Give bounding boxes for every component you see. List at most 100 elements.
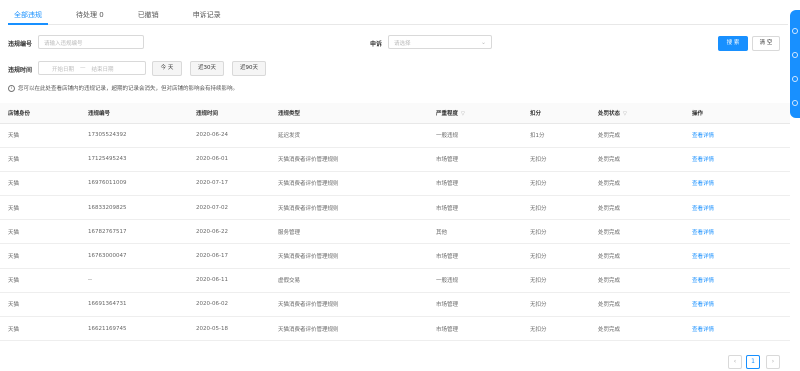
last-30-days-button[interactable]: 近30天 (190, 61, 224, 76)
cell-points: 无扣分 (522, 147, 590, 172)
cell-penalty-status: 处罚完成 (590, 292, 684, 318)
appeal-select-placeholder: 请选择 (394, 41, 411, 47)
cell-penalty-status: 处罚完成 (590, 147, 684, 172)
cell-violation-time: 2020-07-17 (188, 171, 270, 197)
notice-banner: i 您可以在此处查看店铺内的违规记录，超期的记录会消失，但对店铺的影响会有持续影… (8, 84, 238, 92)
cell-violation-no: 16833209825 (80, 195, 188, 221)
start-date-input[interactable]: 开始日期 (52, 65, 74, 73)
cell-shop-identity: 天猫 (0, 147, 80, 172)
tab-revoked[interactable]: 已撤销 (132, 4, 165, 24)
cell-severity: 市场管理 (428, 243, 522, 269)
view-details-link[interactable]: 查看详情 (684, 268, 790, 293)
cell-violation-no: -- (80, 268, 188, 293)
cell-shop-identity: 天猫 (0, 316, 80, 342)
cell-points: 无扣分 (522, 268, 590, 293)
last-90-days-button[interactable]: 近90天 (232, 61, 266, 76)
date-range-picker[interactable]: 开始日期 — 结束日期 (38, 61, 146, 75)
view-details-link[interactable]: 查看详情 (684, 123, 790, 148)
table-row: 天猫 17125495243 2020-06-01 天猫消费者评价管理规则 市场管理 无扣… (0, 147, 790, 172)
view-details-link[interactable]: 查看详情 (684, 292, 790, 318)
cell-severity: 市场管理 (428, 292, 522, 318)
view-details-link[interactable]: 查看详情 (684, 316, 790, 342)
cell-points: 无扣分 (522, 171, 590, 197)
clear-button[interactable]: 清 空 (752, 36, 780, 51)
col-points: 扣分 (522, 103, 590, 124)
notice-text: 您可以在此处查看店铺内的违规记录，超期的记录会消失，但对店铺的影响会有持续影响。 (18, 86, 239, 92)
cell-violation-type: 服务管理 (270, 219, 428, 245)
tab-pending[interactable]: 待处理 0 (70, 4, 110, 24)
cell-points: 扣1分 (522, 123, 590, 148)
cell-points: 无扣分 (522, 219, 590, 245)
col-penalty-status-label: 处罚状态 (598, 110, 621, 117)
cell-violation-time: 2020-06-11 (188, 268, 270, 293)
cell-severity: 一般违规 (428, 268, 522, 293)
tab-all-violations[interactable]: 全部违规 (8, 4, 48, 25)
side-toolbar[interactable] (790, 10, 800, 118)
col-severity[interactable]: 严重程度 ▽ (428, 103, 522, 124)
cell-penalty-status: 处罚完成 (590, 268, 684, 293)
cell-shop-identity: 天猫 (0, 243, 80, 269)
table-row: 天猫 16621169745 2020-05-18 天猫消费者评价管理规则 市场管理 无扣… (0, 316, 790, 342)
cell-severity: 市场管理 (428, 147, 522, 172)
cell-violation-time: 2020-05-18 (188, 316, 270, 342)
violation-time-label: 违规时间 (8, 67, 33, 74)
cell-violation-no: 16976011009 (80, 171, 188, 197)
cell-violation-time: 2020-06-24 (188, 123, 270, 148)
chevron-down-icon: ⌄ (480, 39, 486, 46)
view-details-link[interactable]: 查看详情 (684, 195, 790, 221)
search-button[interactable]: 搜 索 (718, 36, 748, 51)
cell-violation-time: 2020-06-02 (188, 292, 270, 318)
tab-appeal-records[interactable]: 申诉记录 (187, 4, 227, 24)
cell-penalty-status: 处罚完成 (590, 195, 684, 221)
col-shop-identity: 店铺身份 (0, 103, 80, 124)
table-row: 天猫 16976011009 2020-07-17 天猫消费者评价管理规则 市场管理 无扣… (0, 171, 790, 197)
cell-severity: 一般违规 (428, 123, 522, 148)
table-header-row: 店铺身份 违规编号 违规时间 违规类型 严重程度 ▽ 扣分 处罚状态 ▽ 操作 (0, 103, 790, 124)
table-row: 天猫 16691364731 2020-06-02 天猫消费者评价管理规则 市场管理 无扣… (0, 292, 790, 318)
today-button[interactable]: 今 天 (152, 61, 182, 76)
table-body: 天猫 17305524392 2020-06-24 延迟发货 一般违规 扣1分 处罚完成 查看… (0, 123, 790, 342)
col-actions: 操作 (684, 103, 790, 124)
toolbar-icon[interactable] (792, 100, 798, 106)
cell-points: 无扣分 (522, 195, 590, 221)
toolbar-icon[interactable] (792, 76, 798, 82)
cell-penalty-status: 处罚完成 (590, 219, 684, 245)
col-penalty-status[interactable]: 处罚状态 ▽ (590, 103, 684, 124)
table-row: 天猫 16763000047 2020-06-17 天猫消费者评价管理规则 市场管理 无扣… (0, 243, 790, 269)
cell-penalty-status: 处罚完成 (590, 316, 684, 342)
cell-shop-identity: 天猫 (0, 219, 80, 245)
toolbar-icon[interactable] (792, 52, 798, 58)
info-icon: i (8, 84, 15, 92)
next-page-button[interactable]: › (766, 355, 780, 369)
cell-severity: 其他 (428, 219, 522, 245)
cell-violation-no: 16691364731 (80, 292, 188, 318)
cell-violation-no: 16782767517 (80, 219, 188, 245)
view-details-link[interactable]: 查看详情 (684, 171, 790, 197)
cell-penalty-status: 处罚完成 (590, 243, 684, 269)
view-details-link[interactable]: 查看详情 (684, 219, 790, 245)
view-details-link[interactable]: 查看详情 (684, 243, 790, 269)
view-details-link[interactable]: 查看详情 (684, 147, 790, 172)
table-row: 天猫 16782767517 2020-06-22 服务管理 其他 无扣分 处罚完成 查看详情 (0, 219, 790, 245)
violation-no-input[interactable]: 请输入违规编号 (38, 35, 144, 49)
range-separator: — (80, 65, 86, 71)
end-date-input[interactable]: 结束日期 (92, 65, 114, 73)
toolbar-icon[interactable] (792, 28, 798, 34)
appeal-label: 申诉 (370, 41, 383, 48)
cell-violation-time: 2020-06-01 (188, 147, 270, 172)
cell-severity: 市场管理 (428, 316, 522, 342)
cell-shop-identity: 天猫 (0, 123, 80, 148)
appeal-select[interactable]: 请选择 ⌄ (388, 35, 492, 49)
cell-violation-type: 延迟发货 (270, 123, 428, 148)
cell-violation-time: 2020-06-17 (188, 243, 270, 269)
cell-violation-no: 17305524392 (80, 123, 188, 148)
violation-no-label: 违规编号 (8, 41, 33, 48)
page-1-button[interactable]: 1 (746, 355, 760, 369)
prev-page-button[interactable]: ‹ (728, 355, 742, 369)
table-row: 天猫 -- 2020-06-11 虚假交易 一般违规 无扣分 处罚完成 查看详情 (0, 268, 790, 293)
cell-violation-type: 虚假交易 (270, 268, 428, 293)
cell-severity: 市场管理 (428, 195, 522, 221)
filter-icon[interactable]: ▽ (461, 111, 465, 117)
col-severity-label: 严重程度 (436, 110, 459, 117)
filter-icon[interactable]: ▽ (623, 111, 627, 117)
